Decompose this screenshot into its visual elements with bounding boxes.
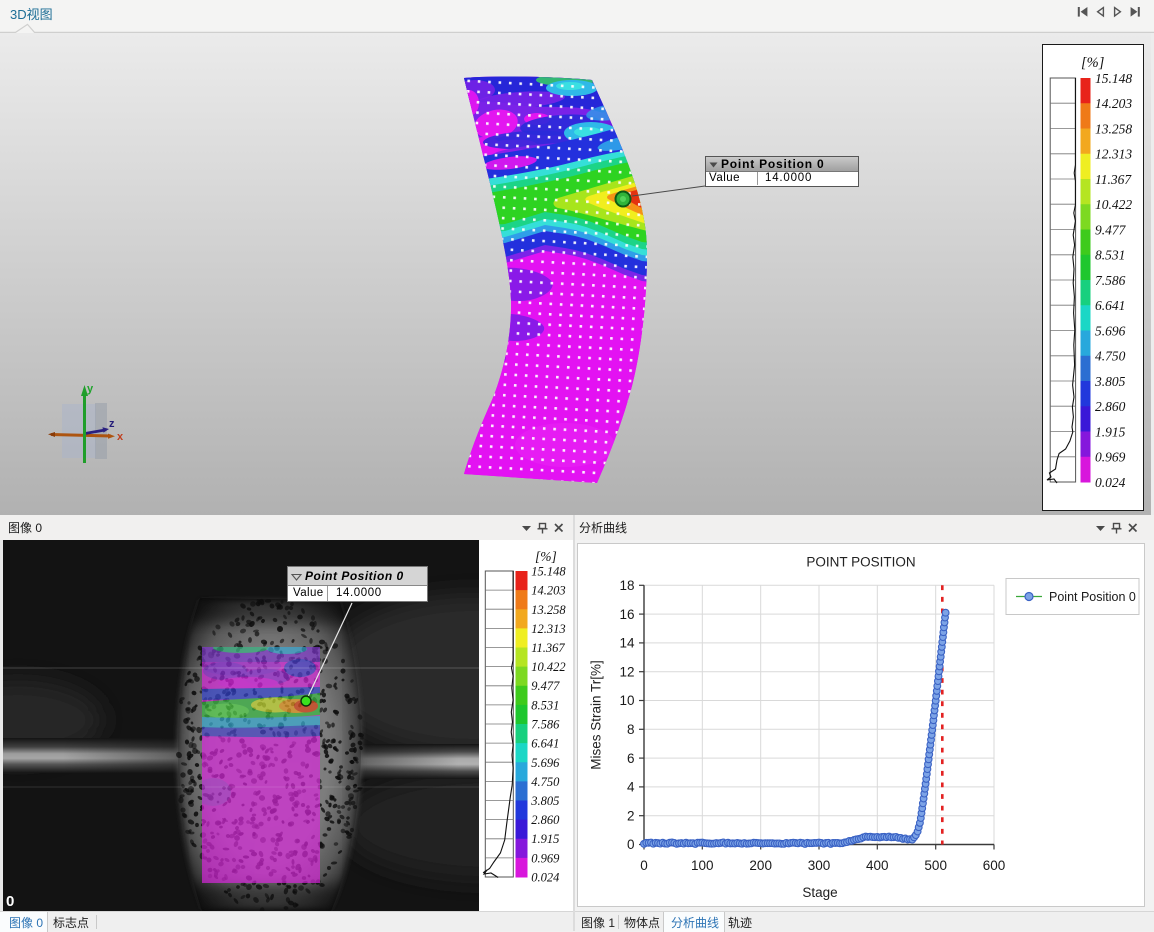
svg-text:x: x bbox=[117, 431, 124, 443]
svg-text:10: 10 bbox=[619, 693, 634, 708]
svg-text:Stage: Stage bbox=[802, 885, 837, 900]
svg-text:8.531: 8.531 bbox=[531, 698, 559, 712]
svg-text:14.203: 14.203 bbox=[531, 584, 565, 598]
svg-text:[%]: [%] bbox=[1081, 55, 1104, 71]
svg-text:100: 100 bbox=[691, 858, 714, 873]
svg-text:Point Position 0: Point Position 0 bbox=[1049, 590, 1136, 604]
svg-text:3.805: 3.805 bbox=[530, 794, 559, 808]
svg-text:6.641: 6.641 bbox=[531, 737, 559, 751]
svg-text:18: 18 bbox=[619, 578, 634, 593]
svg-text:1.915: 1.915 bbox=[531, 832, 559, 846]
svg-text:7.586: 7.586 bbox=[531, 718, 560, 732]
svg-text:z: z bbox=[109, 418, 115, 430]
svg-text:14: 14 bbox=[619, 636, 635, 651]
svg-text:2.860: 2.860 bbox=[531, 813, 560, 827]
svg-text:6: 6 bbox=[627, 751, 635, 766]
svg-text:4: 4 bbox=[627, 780, 635, 795]
svg-text:0: 0 bbox=[627, 837, 635, 852]
svg-text:0.024: 0.024 bbox=[531, 871, 559, 885]
svg-text:10.422: 10.422 bbox=[1095, 197, 1132, 212]
svg-text:0: 0 bbox=[6, 893, 14, 910]
svg-text:12.313: 12.313 bbox=[531, 622, 565, 636]
svg-text:5.696: 5.696 bbox=[531, 756, 560, 770]
svg-text:500: 500 bbox=[924, 858, 947, 873]
svg-text:[%]: [%] bbox=[535, 549, 557, 564]
svg-text:3.805: 3.805 bbox=[1094, 374, 1126, 389]
svg-text:600: 600 bbox=[983, 858, 1006, 873]
svg-text:15.148: 15.148 bbox=[1095, 71, 1132, 86]
svg-text:9.477: 9.477 bbox=[1095, 222, 1127, 237]
svg-text:0.969: 0.969 bbox=[1095, 450, 1126, 465]
svg-text:10.422: 10.422 bbox=[531, 660, 565, 674]
svg-text:2: 2 bbox=[627, 808, 635, 823]
svg-text:4.750: 4.750 bbox=[531, 775, 560, 789]
svg-text:5.696: 5.696 bbox=[1095, 323, 1126, 338]
svg-text:1.915: 1.915 bbox=[1095, 424, 1126, 439]
svg-text:8.531: 8.531 bbox=[1095, 248, 1125, 263]
svg-text:6.641: 6.641 bbox=[1095, 298, 1125, 313]
svg-text:11.367: 11.367 bbox=[1095, 172, 1132, 187]
svg-text:12: 12 bbox=[619, 664, 634, 679]
svg-text:POINT POSITION: POINT POSITION bbox=[806, 555, 915, 570]
svg-text:11.367: 11.367 bbox=[531, 641, 565, 655]
svg-text:9.477: 9.477 bbox=[531, 679, 560, 693]
svg-text:13.258: 13.258 bbox=[1095, 121, 1132, 136]
svg-text:7.586: 7.586 bbox=[1095, 273, 1126, 288]
svg-text:0: 0 bbox=[640, 858, 648, 873]
svg-text:y: y bbox=[87, 383, 94, 395]
svg-text:0.024: 0.024 bbox=[1095, 475, 1126, 490]
svg-text:2.860: 2.860 bbox=[1095, 399, 1126, 414]
svg-text:Mises Strain Tr[%]: Mises Strain Tr[%] bbox=[589, 660, 604, 770]
svg-text:13.258: 13.258 bbox=[531, 603, 566, 617]
svg-text:0.969: 0.969 bbox=[531, 851, 560, 865]
svg-text:16: 16 bbox=[619, 607, 634, 622]
svg-text:8: 8 bbox=[627, 722, 635, 737]
svg-text:15.148: 15.148 bbox=[531, 565, 566, 579]
svg-text:4.750: 4.750 bbox=[1095, 349, 1126, 364]
svg-text:14.203: 14.203 bbox=[1095, 96, 1132, 111]
svg-text:400: 400 bbox=[866, 858, 889, 873]
svg-text:200: 200 bbox=[749, 858, 772, 873]
svg-text:300: 300 bbox=[808, 858, 831, 873]
svg-text:12.313: 12.313 bbox=[1095, 147, 1132, 162]
